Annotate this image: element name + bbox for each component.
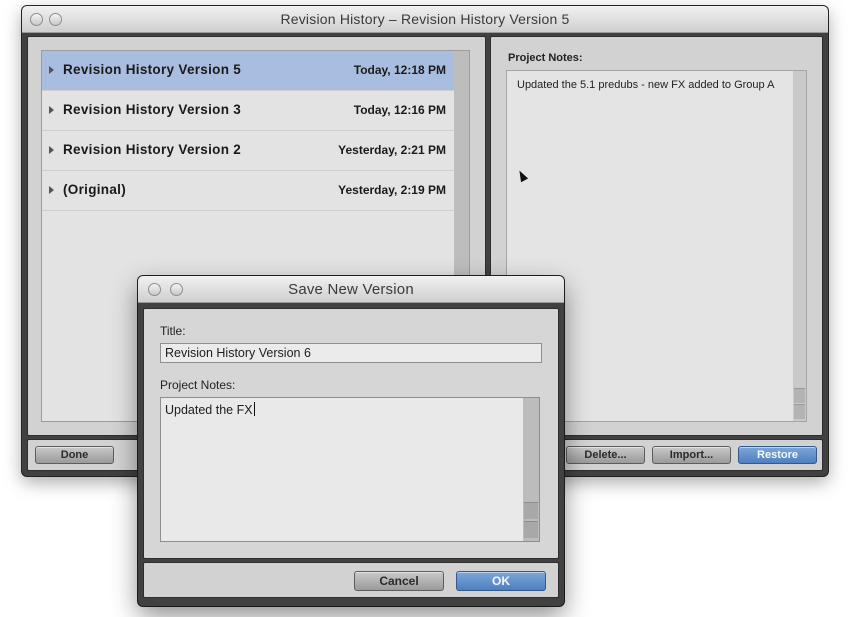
version-row[interactable]: Revision History Version 5 Today, 12:18 …	[42, 51, 454, 91]
title-field[interactable]: Revision History Version 6	[160, 343, 542, 363]
titlebar: Revision History – Revision History Vers…	[22, 6, 828, 33]
dialog-titlebar: Save New Version	[138, 276, 564, 303]
dialog-button-bar: Cancel OK	[143, 562, 559, 598]
scroll-arrow-up-icon[interactable]	[524, 502, 538, 519]
version-name: Revision History Version 3	[63, 102, 242, 117]
version-date: Today, 12:16 PM	[353, 103, 446, 117]
done-button[interactable]: Done	[35, 446, 114, 464]
version-name: Revision History Version 2	[63, 142, 242, 157]
restore-button[interactable]: Restore	[738, 446, 817, 464]
text-caret	[253, 402, 255, 416]
save-new-version-dialog: Save New Version Title: Revision History…	[138, 276, 564, 606]
disclosure-triangle-icon[interactable]	[49, 66, 54, 74]
version-date: Today, 12:18 PM	[353, 63, 446, 77]
window-title: Revision History – Revision History Vers…	[280, 11, 570, 27]
project-notes-heading: Project Notes:	[508, 52, 583, 64]
version-date: Yesterday, 2:19 PM	[338, 183, 446, 197]
version-name: Revision History Version 5	[63, 62, 242, 77]
version-row[interactable]: Revision History Version 3 Today, 12:16 …	[42, 91, 454, 131]
project-notes-field-scrollbar[interactable]	[523, 397, 540, 542]
version-row[interactable]: Revision History Version 2 Yesterday, 2:…	[42, 131, 454, 171]
cancel-button[interactable]: Cancel	[354, 571, 444, 591]
project-notes-text: Updated the 5.1 predubs - new FX added t…	[517, 79, 775, 91]
disclosure-triangle-icon[interactable]	[49, 146, 54, 154]
scroll-arrow-up-icon[interactable]	[794, 388, 805, 403]
project-notes-scrollbar[interactable]	[793, 70, 807, 422]
project-notes-value: Updated the FX	[165, 403, 253, 417]
ok-button[interactable]: OK	[456, 571, 546, 591]
disclosure-triangle-icon[interactable]	[49, 106, 54, 114]
version-name: (Original)	[63, 182, 126, 197]
version-row[interactable]: (Original) Yesterday, 2:19 PM	[42, 171, 454, 211]
version-date: Yesterday, 2:21 PM	[338, 143, 446, 157]
dialog-title: Save New Version	[288, 281, 414, 298]
project-notes-label: Project Notes:	[160, 378, 236, 392]
project-notes-field[interactable]: Updated the FX	[160, 397, 524, 542]
disclosure-triangle-icon[interactable]	[49, 186, 54, 194]
delete-button[interactable]: Delete...	[566, 446, 645, 464]
import-button[interactable]: Import...	[652, 446, 731, 464]
dialog-body: Title: Revision History Version 6 Projec…	[143, 308, 559, 559]
title-label: Title:	[160, 324, 186, 338]
scroll-arrow-down-icon[interactable]	[794, 404, 805, 419]
scroll-arrow-down-icon[interactable]	[524, 521, 538, 538]
